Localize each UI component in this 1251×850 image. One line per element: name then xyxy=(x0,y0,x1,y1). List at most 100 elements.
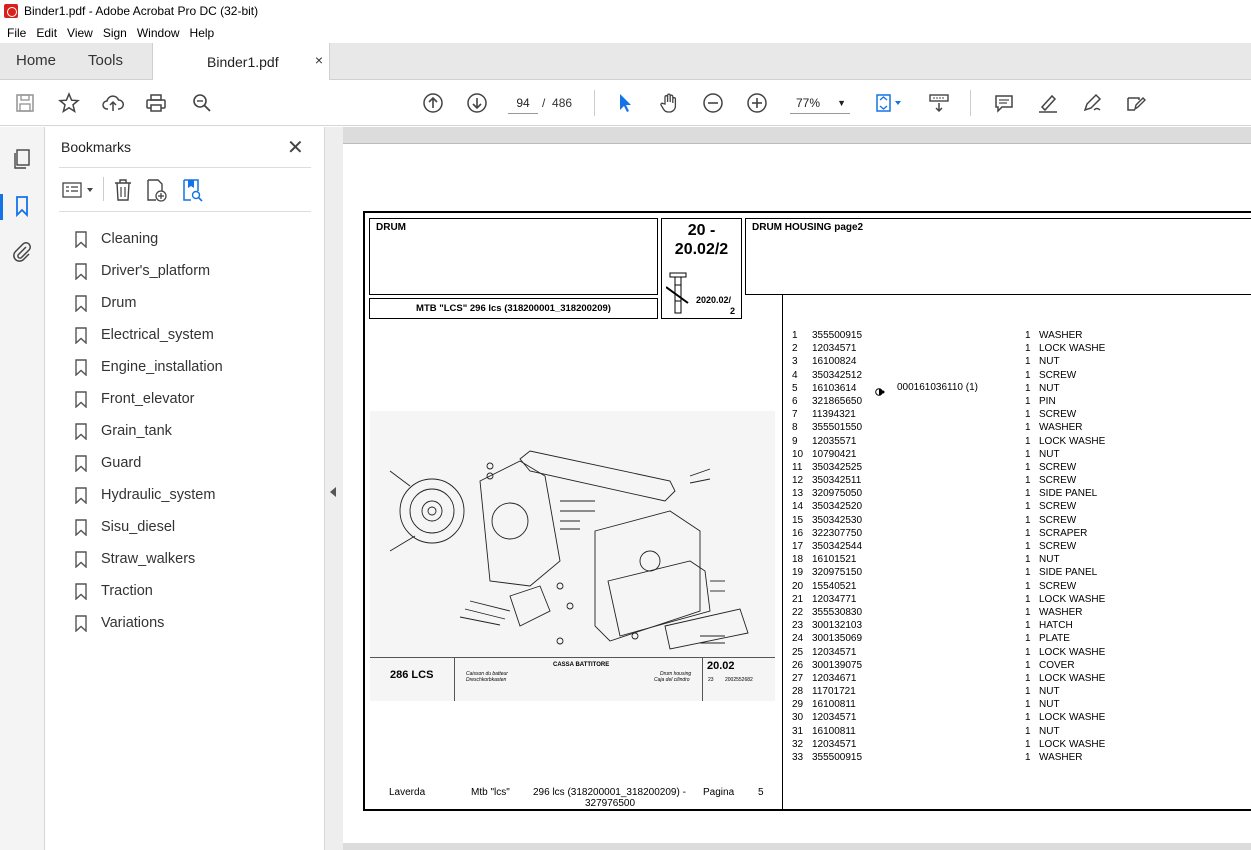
part-quantity: 1 xyxy=(1025,514,1031,526)
select-pointer-icon[interactable] xyxy=(612,90,638,116)
part-note-reference: 000161036110 (1) xyxy=(897,382,978,393)
part-number: 320975150 xyxy=(812,567,863,579)
part-position: 14 xyxy=(792,501,804,513)
part-position: 3 xyxy=(792,356,798,368)
new-bookmark-icon[interactable] xyxy=(143,177,169,203)
bookmark-item[interactable]: Drum xyxy=(75,287,223,319)
menu-help[interactable]: Help xyxy=(190,26,215,40)
bookmark-item[interactable]: Front_elevator xyxy=(75,383,223,415)
part-position: 2 xyxy=(792,343,798,355)
part-description: COVER xyxy=(1039,659,1075,671)
part-quantity: 1 xyxy=(1025,554,1031,566)
bookmark-item[interactable]: Driver's_platform xyxy=(75,255,223,287)
bookmark-options-icon[interactable] xyxy=(61,177,97,203)
bookmark-item[interactable]: Grain_tank xyxy=(75,415,223,447)
part-description: SCREW xyxy=(1039,409,1077,421)
drawing-title-de: Dreschkorbkasten xyxy=(466,677,507,683)
menu-sign[interactable]: Sign xyxy=(103,26,127,40)
tab-tools[interactable]: Tools xyxy=(88,52,123,69)
bookmark-item[interactable]: Engine_installation xyxy=(75,351,223,383)
part-description: LOCK WASHE xyxy=(1039,712,1106,724)
interchangeable-marker-icon xyxy=(875,383,885,396)
part-description: LOCK WASHE xyxy=(1039,646,1106,658)
part-number: 16103614 xyxy=(812,382,857,394)
part-position: 26 xyxy=(792,659,804,671)
bookmarks-title: Bookmarks xyxy=(61,139,132,155)
find-bookmark-icon[interactable] xyxy=(179,177,205,203)
part-quantity: 1 xyxy=(1025,409,1031,421)
menu-edit[interactable]: Edit xyxy=(36,26,57,40)
menu-view[interactable]: View xyxy=(67,26,93,40)
part-number: 355501550 xyxy=(812,422,863,434)
part-position: 30 xyxy=(792,712,804,724)
comment-icon[interactable] xyxy=(991,90,1017,116)
tab-document-label: Binder1.pdf xyxy=(207,54,279,70)
page-thumbnails-icon[interactable] xyxy=(10,147,34,171)
bookmark-item[interactable]: Cleaning xyxy=(75,223,223,255)
title-block-line xyxy=(370,657,775,658)
highlight-pen-icon[interactable] xyxy=(1035,90,1061,116)
rail-active-indicator xyxy=(0,194,3,220)
part-quantity: 1 xyxy=(1025,752,1031,763)
fit-page-icon[interactable] xyxy=(870,90,906,116)
part-number: 10790421 xyxy=(812,448,857,460)
attachments-icon[interactable] xyxy=(10,240,34,264)
part-number: 350342530 xyxy=(812,514,863,526)
tab-document[interactable]: Binder1.pdf × xyxy=(152,43,330,80)
bookmark-label: Traction xyxy=(101,583,153,599)
save-icon[interactable] xyxy=(12,90,38,116)
zoom-in-icon[interactable] xyxy=(744,90,770,116)
previous-page-icon[interactable] xyxy=(420,90,446,116)
delete-bookmark-icon[interactable] xyxy=(111,177,135,203)
next-page-icon[interactable] xyxy=(464,90,490,116)
bookmark-item[interactable]: Variations xyxy=(75,607,223,639)
section-title: DRUM HOUSING page2 xyxy=(752,222,864,233)
footer-page-number: 5 xyxy=(758,787,764,798)
bookmark-item[interactable]: Guard xyxy=(75,447,223,479)
bookmark-item[interactable]: Sisu_diesel xyxy=(75,511,223,543)
catalogue-sheet-frame: DRUM MTB "LCS" 296 lcs (318200001_318200… xyxy=(363,211,1251,811)
cloud-upload-icon[interactable] xyxy=(100,90,126,116)
tab-close-icon[interactable]: × xyxy=(315,52,323,68)
part-position: 12 xyxy=(792,475,804,487)
part-number: 321865650 xyxy=(812,395,863,407)
bookmark-icon xyxy=(75,454,87,473)
part-number: 322307750 xyxy=(812,527,863,539)
scroll-mode-icon[interactable] xyxy=(926,90,952,116)
zoom-level-value: 77% xyxy=(796,96,821,110)
part-description: NUT xyxy=(1039,356,1060,368)
bookmark-item[interactable]: Hydraulic_system xyxy=(75,479,223,511)
part-number: 11701721 xyxy=(812,686,856,698)
panel-collapse-handle[interactable] xyxy=(325,127,343,850)
part-quantity: 1 xyxy=(1025,435,1031,447)
tab-home[interactable]: Home xyxy=(16,52,56,69)
menu-window[interactable]: Window xyxy=(137,26,180,40)
zoom-level-select[interactable]: 77% ▼ xyxy=(790,92,850,114)
bookmark-item[interactable]: Electrical_system xyxy=(75,319,223,351)
bookmarks-panel-icon[interactable] xyxy=(10,194,34,218)
close-icon[interactable]: ✕ xyxy=(287,135,304,160)
zoom-out-icon[interactable] xyxy=(700,90,726,116)
part-position: 17 xyxy=(792,541,804,552)
draw-pen-icon[interactable] xyxy=(1079,90,1105,116)
part-quantity: 1 xyxy=(1025,646,1031,658)
page-number-input[interactable]: 94 xyxy=(508,92,538,114)
part-description: SCREW xyxy=(1039,475,1077,487)
part-quantity: 1 xyxy=(1025,580,1031,592)
star-icon[interactable] xyxy=(56,90,82,116)
zoom-search-icon[interactable] xyxy=(189,90,215,116)
part-description: NUT xyxy=(1039,686,1060,698)
bookmark-item[interactable]: Traction xyxy=(75,575,223,607)
part-quantity: 1 xyxy=(1025,725,1031,737)
hand-tool-icon[interactable] xyxy=(656,90,682,116)
document-view[interactable]: DRUM MTB "LCS" 296 lcs (318200001_318200… xyxy=(343,127,1251,850)
code-line-2: 20.02/2 xyxy=(674,241,729,258)
print-icon[interactable] xyxy=(143,90,169,116)
part-quantity: 1 xyxy=(1025,501,1031,513)
code-small-line-2: 2 xyxy=(730,306,736,316)
bookmark-item[interactable]: Straw_walkers xyxy=(75,543,223,575)
menu-file[interactable]: File xyxy=(7,26,26,40)
fill-sign-icon[interactable] xyxy=(1123,90,1149,116)
part-number: 350342544 xyxy=(812,541,863,552)
acrobat-app-icon xyxy=(4,4,18,18)
